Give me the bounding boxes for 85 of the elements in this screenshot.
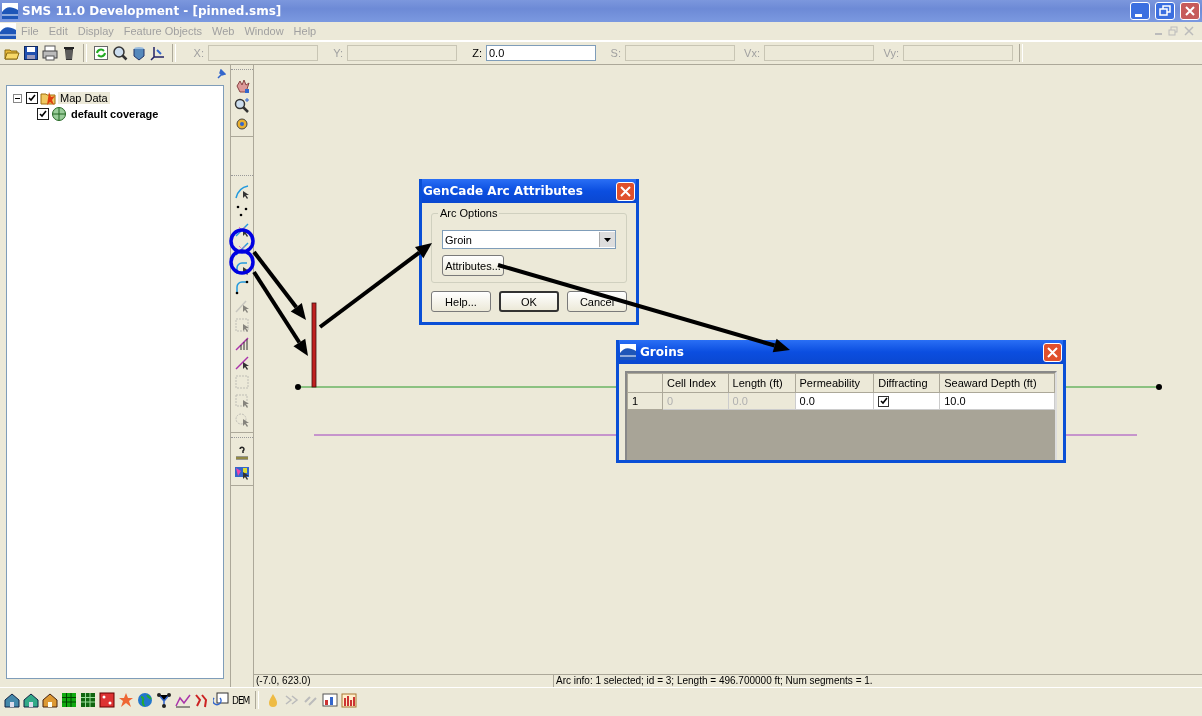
- curve-icon[interactable]: [234, 279, 250, 295]
- close-button[interactable]: [616, 181, 635, 201]
- circle-cursor-icon[interactable]: [234, 412, 250, 428]
- tree-item[interactable]: default coverage: [69, 108, 161, 120]
- ramp-icon[interactable]: [234, 336, 250, 352]
- dots-icon[interactable]: [234, 203, 250, 219]
- group-label: Arc Options: [438, 207, 500, 219]
- curve-cursor-icon[interactable]: [234, 260, 250, 276]
- field-label: Vx:: [744, 47, 760, 59]
- grid-icon[interactable]: [61, 692, 77, 708]
- status-text: (-7.0, 623.0): [254, 675, 554, 687]
- dialog-button[interactable]: OK: [499, 291, 559, 312]
- field-label: S:: [609, 47, 621, 59]
- close-button[interactable]: [1043, 342, 1062, 362]
- bar-chart-icon[interactable]: [341, 692, 358, 708]
- ramp-cursor-icon[interactable]: [234, 355, 250, 371]
- refresh-icon[interactable]: [93, 45, 109, 61]
- app-logo-icon: [620, 344, 636, 360]
- field-label: Y:: [332, 47, 343, 59]
- zigzag-icon[interactable]: [194, 692, 210, 708]
- arrow: [252, 250, 306, 320]
- column-header: Length (ft): [728, 373, 795, 393]
- restore-icon: [1159, 5, 1171, 17]
- groin-arc[interactable]: [311, 302, 317, 388]
- attributes-button[interactable]: Attributes...: [442, 255, 504, 276]
- save-icon[interactable]: [23, 45, 39, 61]
- zoom-plus-icon[interactable]: [234, 97, 250, 113]
- coverage-icon[interactable]: [51, 106, 67, 122]
- restore-button[interactable]: [1155, 2, 1175, 20]
- pin-icon[interactable]: [216, 69, 226, 79]
- dropdown[interactable]: Groin: [442, 230, 616, 249]
- window-title: SMS 11.0 Development - [pinned.sms]: [22, 4, 283, 18]
- zoom-icon[interactable]: [112, 45, 128, 61]
- house-icon[interactable]: [42, 692, 58, 708]
- minimize-icon: [1135, 13, 1142, 17]
- dice-icon[interactable]: [99, 692, 115, 708]
- dialog-title: GenCade Arc Attributes: [423, 184, 584, 198]
- field-label: Z:: [471, 47, 482, 59]
- minimize-button[interactable]: [1130, 2, 1150, 20]
- column-header: Cell Index: [662, 373, 729, 393]
- plot-icon[interactable]: [213, 692, 229, 708]
- close-icon: [1047, 346, 1058, 358]
- chart-icon[interactable]: [175, 692, 191, 708]
- caret-icon: [604, 237, 611, 242]
- expand-toggle-icon[interactable]: [13, 93, 22, 103]
- trash-icon[interactable]: [61, 45, 77, 61]
- folder-icon[interactable]: [40, 90, 56, 106]
- line-cursor-icon[interactable]: [234, 222, 250, 238]
- globe-icon[interactable]: [137, 692, 153, 708]
- house-icon[interactable]: [4, 692, 20, 708]
- house-icon[interactable]: [23, 692, 39, 708]
- checkbox[interactable]: [26, 92, 38, 104]
- highlight-circle: [229, 228, 255, 254]
- map-cursor-icon[interactable]: [234, 465, 250, 481]
- line-cursor-icon[interactable]: [234, 184, 250, 200]
- axes-icon[interactable]: [150, 45, 166, 61]
- column-header: Diffracting: [873, 373, 940, 393]
- dialog-button[interactable]: Help...: [431, 291, 491, 312]
- highlight-circle: [229, 249, 255, 275]
- print-icon[interactable]: [42, 45, 58, 61]
- cylinder-icon[interactable]: [131, 45, 147, 61]
- line-icon[interactable]: [234, 241, 250, 257]
- close-icon: [1184, 5, 1196, 17]
- field-label: Vy:: [883, 47, 899, 59]
- checkbox[interactable]: [37, 108, 49, 120]
- tree-item[interactable]: Map Data: [58, 92, 110, 104]
- dem-button[interactable]: DEM: [232, 694, 250, 706]
- checkbox[interactable]: [878, 395, 890, 407]
- rotate-icon[interactable]: [234, 116, 250, 132]
- query-icon[interactable]: [234, 446, 250, 462]
- column-header: Seaward Depth (ft): [939, 373, 1055, 393]
- dialog-title: Groins: [640, 345, 685, 359]
- square-cursor-icon[interactable]: [234, 393, 250, 409]
- hand-icon[interactable]: [234, 78, 250, 94]
- chart-window-icon[interactable]: [322, 692, 339, 708]
- close-icon: [620, 185, 631, 197]
- close-button[interactable]: [1180, 2, 1200, 20]
- app-logo-icon: [2, 3, 18, 19]
- square-cursor-icon[interactable]: [234, 317, 250, 333]
- field-label: X:: [192, 47, 204, 59]
- network-icon[interactable]: [156, 692, 172, 708]
- star-icon[interactable]: [118, 692, 134, 708]
- status-text: Arc info: 1 selected; id = 3; Length = 496.700000 ft; Num segments = 1.: [555, 675, 873, 687]
- coordinate-field[interactable]: 0.0: [486, 45, 596, 61]
- column-header: Permeability: [795, 373, 874, 393]
